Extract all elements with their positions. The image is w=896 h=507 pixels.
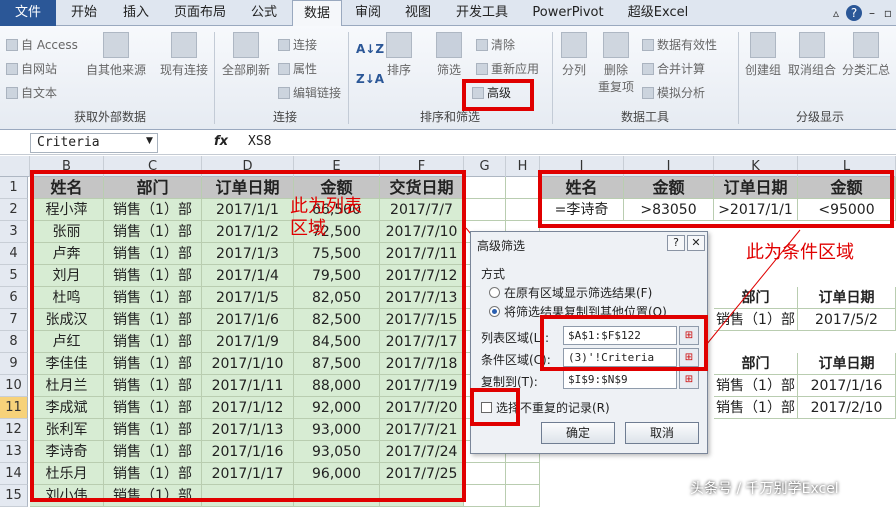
list-range-input[interactable]: $A$1:$F$122 bbox=[563, 326, 677, 345]
copy-to-input[interactable]: $I$9:$N$9 bbox=[563, 370, 677, 389]
unique-records-checkbox[interactable]: 选择不重复的记录(R) bbox=[481, 399, 610, 416]
checkbox-icon bbox=[481, 402, 492, 413]
list-range-label: 列表区域(L): bbox=[481, 331, 550, 345]
criteria-range-label: 条件区域(C): bbox=[481, 353, 551, 367]
dialog-title: 高级筛选 bbox=[477, 239, 526, 253]
option-copy-to-location[interactable]: 将筛选结果复制到其他位置(O) bbox=[489, 303, 667, 320]
range-picker-icon[interactable]: ⊞ bbox=[679, 370, 699, 389]
watermark: 头条号 / 千万别学Excel bbox=[690, 481, 839, 497]
radio-icon bbox=[489, 287, 500, 298]
cancel-button[interactable]: 取消 bbox=[625, 422, 699, 444]
criteria-range-input[interactable]: (3)'!Criteria bbox=[563, 348, 677, 367]
dialog-close-button[interactable]: ✕ bbox=[687, 235, 705, 251]
copy-to-label: 复制到(T): bbox=[481, 375, 538, 389]
option-show-in-place[interactable]: 在原有区域显示筛选结果(F) bbox=[489, 284, 652, 301]
range-picker-icon[interactable]: ⊞ bbox=[679, 326, 699, 345]
method-label: 方式 bbox=[481, 267, 506, 281]
arrow-to-criteria-range bbox=[701, 229, 801, 351]
radio-selected-icon bbox=[489, 306, 500, 317]
ok-button[interactable]: 确定 bbox=[541, 422, 615, 444]
advanced-filter-dialog: 高级筛选 ? ✕ 方式 在原有区域显示筛选结果(F) 将筛选结果复制到其他位置(… bbox=[470, 231, 708, 454]
range-picker-icon[interactable]: ⊞ bbox=[679, 348, 699, 367]
annotation-arrows bbox=[465, 227, 801, 351]
dialog-help-button[interactable]: ? bbox=[667, 235, 685, 251]
